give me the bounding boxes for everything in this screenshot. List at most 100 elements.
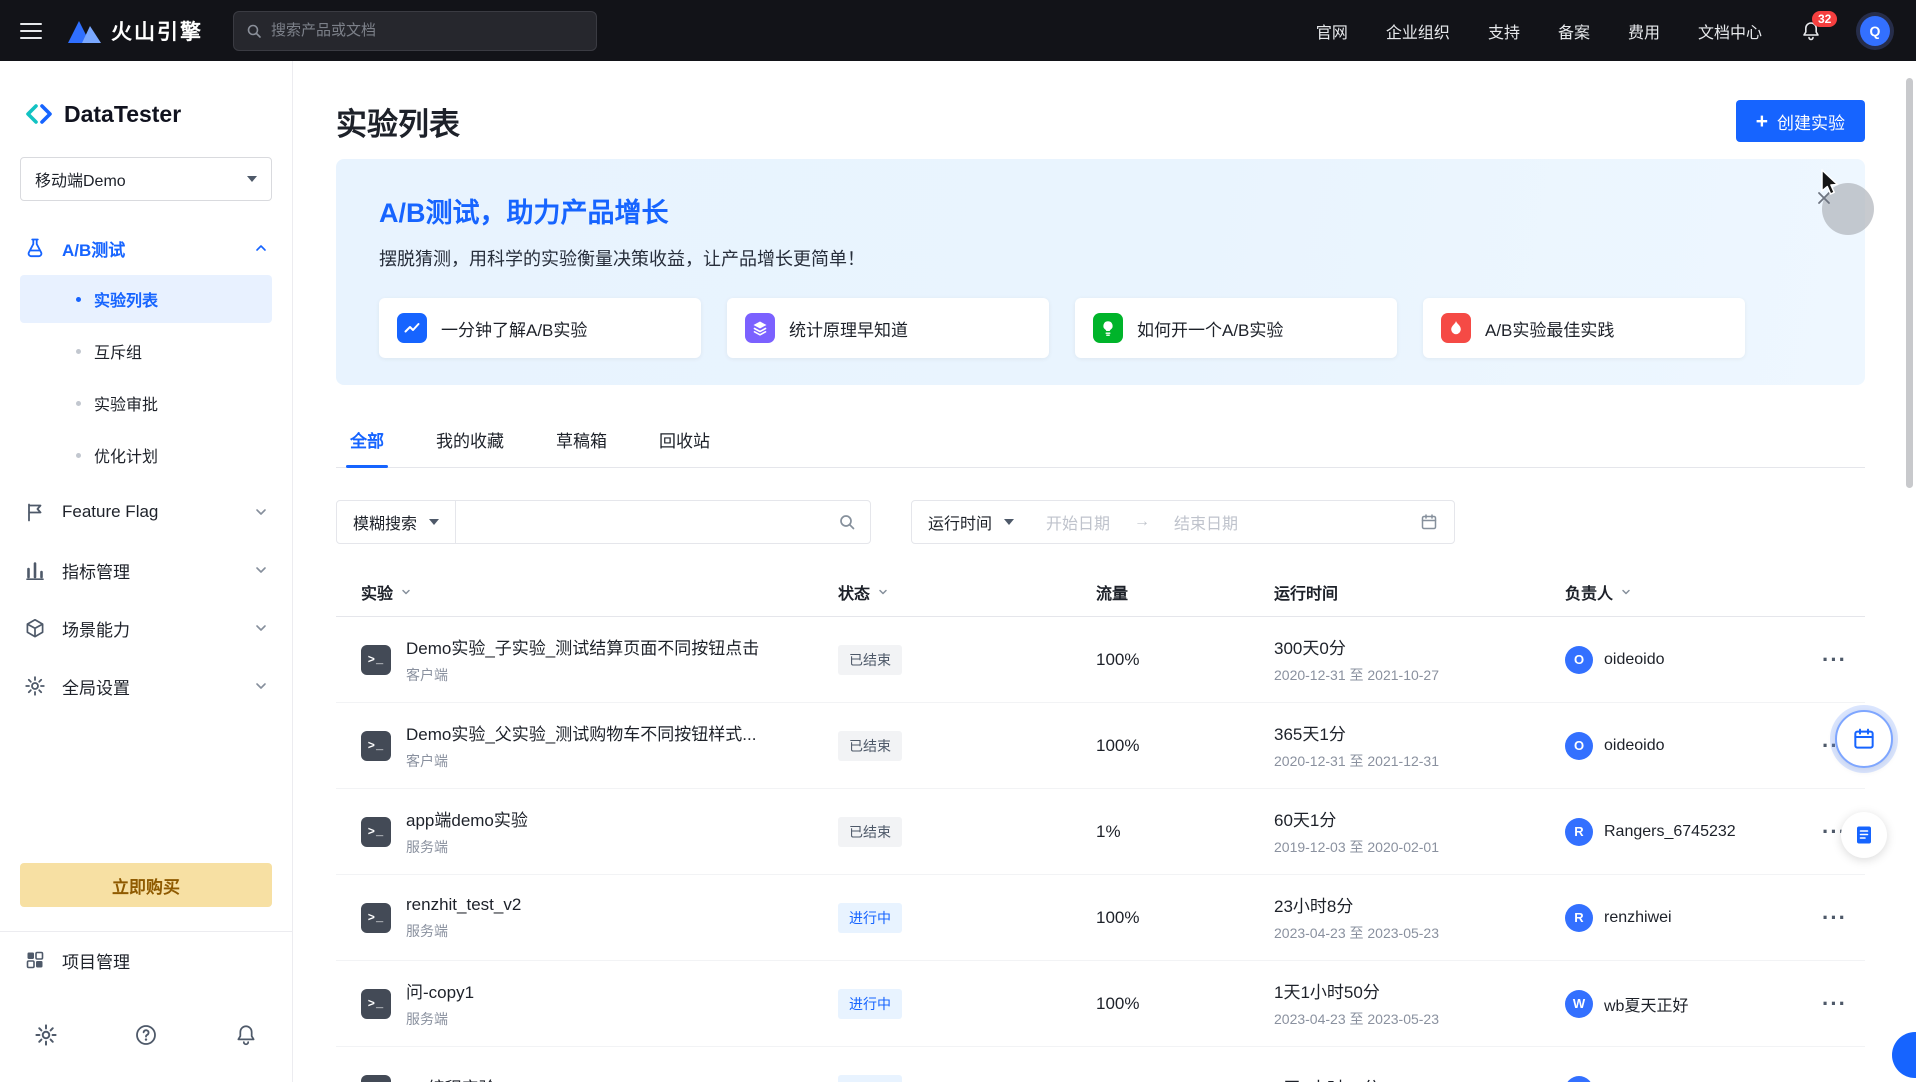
- sidebar-item-project-management[interactable]: 项目管理: [0, 932, 292, 988]
- column-header-status[interactable]: 状态: [838, 580, 1082, 604]
- experiment-name[interactable]: app端demo实验: [406, 806, 528, 831]
- chevron-down-icon: [254, 621, 268, 635]
- owner-avatar: R: [1565, 904, 1593, 932]
- help-button[interactable]: [134, 1023, 158, 1047]
- sidebar-item-global-settings[interactable]: 全局设置: [0, 657, 292, 715]
- experiment-row[interactable]: >_ Demo实验_父实验_测试购物车不同按钮样式... 客户端 已结束 100…: [336, 703, 1865, 789]
- experiment-type-icon: >_: [361, 1075, 391, 1082]
- banner-card-how-to[interactable]: 如何开一个A/B实验: [1075, 298, 1397, 358]
- caret-down-icon: [429, 519, 439, 525]
- top-navbar: 火山引擎 官网 企业组织 支持 备案 费用 文档中心 32 Q: [0, 0, 1916, 61]
- experiment-row[interactable]: >_ 问-copy1 服务端 进行中 100% 1天1小时50分 2023-04…: [336, 961, 1865, 1047]
- runtime-duration: 1天1小时50分: [1274, 978, 1565, 1003]
- global-search-input[interactable]: [271, 22, 584, 39]
- tab[interactable]: 回收站: [655, 425, 714, 467]
- experiment-name[interactable]: tyz编程实验: [406, 1074, 496, 1082]
- product-name: DataTester: [64, 101, 181, 128]
- tab[interactable]: 我的收藏: [432, 425, 508, 467]
- table-header: 实验 状态 流量 运行时间 负责人: [336, 567, 1865, 617]
- row-actions-button[interactable]: ···: [1816, 907, 1865, 929]
- column-header-traffic: 流量: [1082, 580, 1274, 604]
- tab[interactable]: 草稿箱: [552, 425, 611, 467]
- search-icon: [246, 23, 262, 39]
- settings-button[interactable]: [34, 1023, 58, 1047]
- banner-card-statistics[interactable]: 统计原理早知道: [727, 298, 1049, 358]
- experiment-platform: 服务端: [406, 921, 521, 941]
- experiment-row[interactable]: >_ tyz编程实验 进行中 100% 1天5小时33分 P pmMqhbbEQ: [336, 1047, 1865, 1082]
- sidebar-item-metrics[interactable]: 指标管理: [0, 541, 292, 599]
- column-header-owner[interactable]: 负责人: [1565, 580, 1816, 604]
- project-selector-value: 移动端Demo: [35, 167, 126, 191]
- row-actions-button[interactable]: ···: [1816, 993, 1865, 1015]
- chevron-down-icon: [247, 176, 257, 182]
- sidebar-subitem[interactable]: 互斥组: [20, 327, 272, 375]
- topnav-link[interactable]: 企业组织: [1386, 19, 1450, 43]
- sidebar-subitem-label: 优化计划: [94, 443, 158, 467]
- experiment-row[interactable]: >_ app端demo实验 服务端 已结束 1% 60天1分 2019-12-0…: [336, 789, 1865, 875]
- user-avatar[interactable]: Q: [1860, 16, 1890, 46]
- banner-subtitle: 摆脱猜测，用科学的实验衡量决策收益，让产品增长更简单！: [379, 245, 1865, 271]
- brand-logo[interactable]: 火山引擎: [66, 16, 203, 46]
- owner-avatar: R: [1565, 818, 1593, 846]
- floating-docs-button[interactable]: [1841, 812, 1887, 858]
- banner-card-best-practice[interactable]: A/B实验最佳实践: [1423, 298, 1745, 358]
- sidebar-footer: [0, 988, 292, 1082]
- buy-now-button[interactable]: 立即购买: [20, 863, 272, 907]
- bullet-icon: [76, 297, 81, 302]
- sidebar-subitem-label: 实验审批: [94, 391, 158, 415]
- floating-calendar-button[interactable]: [1835, 710, 1893, 768]
- bullet-icon: [76, 453, 81, 458]
- sidebar-item-ab-test[interactable]: A/B测试: [0, 221, 292, 275]
- experiment-name[interactable]: renzhit_test_v2: [406, 895, 521, 915]
- tab[interactable]: 全部: [346, 425, 388, 467]
- experiment-search-input[interactable]: [470, 513, 830, 531]
- experiment-name[interactable]: Demo实验_父实验_测试购物车不同按钮样式...: [406, 720, 756, 745]
- experiment-platform: 客户端: [406, 665, 759, 685]
- sidebar-item-scenes[interactable]: 场景能力: [0, 599, 292, 657]
- row-actions-button[interactable]: ···: [1816, 649, 1865, 671]
- row-actions-button[interactable]: ···: [1816, 1079, 1865, 1082]
- runtime-date-range: 2020-12-31 至 2021-12-31: [1274, 751, 1565, 771]
- experiment-name[interactable]: 问-copy1: [406, 978, 474, 1003]
- experiment-row[interactable]: >_ Demo实验_子实验_测试结算页面不同按钮点击 客户端 已结束 100% …: [336, 617, 1865, 703]
- runtime-dropdown[interactable]: 运行时间: [912, 501, 1030, 543]
- promo-banner: A/B测试，助力产品增长 摆脱猜测，用科学的实验衡量决策收益，让产品增长更简单！…: [336, 159, 1865, 385]
- experiment-table: >_ Demo实验_子实验_测试结算页面不同按钮点击 客户端 已结束 100% …: [336, 617, 1865, 1082]
- sidebar-subitem-label: 实验列表: [94, 287, 158, 311]
- more-dots-icon: ···: [1822, 1079, 1847, 1082]
- search-type-value: 模糊搜索: [353, 510, 417, 534]
- chevron-up-icon: [254, 241, 268, 255]
- owner-name: wb夏天正好: [1604, 992, 1688, 1016]
- owner-avatar: W: [1565, 990, 1593, 1018]
- topnav-link[interactable]: 备案: [1558, 19, 1590, 43]
- product-logo[interactable]: DataTester: [0, 61, 292, 149]
- topnav-link[interactable]: 费用: [1628, 19, 1660, 43]
- sidebar-subitem[interactable]: 实验列表: [20, 275, 272, 323]
- column-header-experiment[interactable]: 实验: [336, 580, 838, 604]
- experiment-name[interactable]: Demo实验_子实验_测试结算页面不同按钮点击: [406, 634, 759, 659]
- column-header-runtime: 运行时间: [1274, 580, 1565, 604]
- sidebar-subitem[interactable]: 优化计划: [20, 431, 272, 479]
- banner-card-intro[interactable]: 一分钟了解A/B实验: [379, 298, 701, 358]
- notifications-button[interactable]: 32: [1800, 20, 1822, 42]
- experiment-row[interactable]: >_ renzhit_test_v2 服务端 进行中 100% 23小时8分 2…: [336, 875, 1865, 961]
- create-experiment-button[interactable]: + 创建实验: [1736, 100, 1865, 142]
- document-icon: [1853, 824, 1875, 846]
- bullet-icon: [76, 349, 81, 354]
- topnav-link[interactable]: 官网: [1316, 19, 1348, 43]
- topnav-link[interactable]: 支持: [1488, 19, 1520, 43]
- experiment-search-box[interactable]: [456, 501, 870, 543]
- sidebar-item-feature-flag[interactable]: Feature Flag: [0, 483, 292, 541]
- scrollbar-thumb[interactable]: [1906, 78, 1913, 488]
- date-range-picker[interactable]: 开始日期 → 结束日期: [1030, 501, 1454, 543]
- runtime-duration: 1天5小时33分: [1274, 1074, 1565, 1082]
- search-type-dropdown[interactable]: 模糊搜索: [337, 501, 456, 543]
- sidebar-subitem[interactable]: 实验审批: [20, 379, 272, 427]
- alerts-button[interactable]: [234, 1023, 258, 1047]
- topnav-link[interactable]: 文档中心: [1698, 19, 1762, 43]
- flag-icon: [24, 501, 46, 523]
- menu-toggle-icon[interactable]: [20, 23, 42, 39]
- owner-avatar: O: [1565, 646, 1593, 674]
- global-search[interactable]: [233, 11, 597, 51]
- project-selector[interactable]: 移动端Demo: [20, 157, 272, 201]
